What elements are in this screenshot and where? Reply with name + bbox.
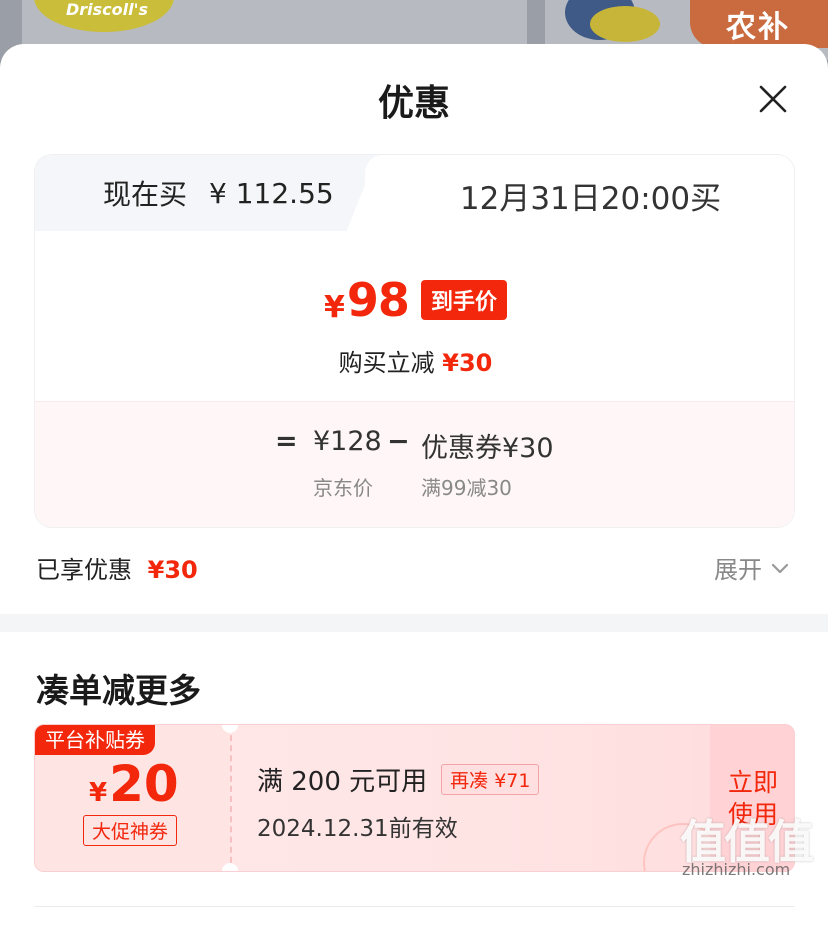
coupon-flag: 平台补贴券 [35,725,155,755]
final-price: 98 [346,273,410,327]
instant-discount: 购买立减 ¥30 [35,343,794,378]
coupon-divider [230,725,232,871]
final-price-tag: 到手价 [420,280,507,320]
price-formula: = ¥128 − 优惠券¥30 京东价 满99减30 [35,401,794,527]
coupon-currency: ¥ [89,778,108,808]
section-title: 凑单减更多 [36,671,201,710]
final-price-row: ¥ 98 到手价 [35,273,794,327]
discount-sheet: 优惠 现在买 ¥ 112.55 12月31日20:00买 ¥ 98 到手价 购买… [0,44,828,930]
sheet-title: 优惠 [377,83,450,124]
divider [34,906,795,907]
expand-label: 展开 [714,556,762,584]
currency-symbol: ¥ [324,289,345,325]
purchase-time-tabs: 现在买 ¥ 112.55 12月31日20:00买 [35,155,794,235]
enjoyed-discount: 已享优惠 ¥30 [36,550,198,585]
formula-coupon-label: 满99减30 [421,476,512,500]
section-divider [0,614,828,632]
coupon-value: 20 [109,755,179,813]
chevron-down-icon [771,563,789,573]
promo-badge: 农补 [690,0,828,48]
coupon-amount: ¥ 20 [89,755,179,813]
coupon-notch [222,863,238,871]
enjoyed-label: 已享优惠 [36,556,132,584]
coupon-valid-date: 2024.12.31前有效 [257,816,458,842]
tab-buy-now-label: 现在买 [103,178,188,211]
formula-coupon: 优惠券¥30 [421,433,554,464]
deal-card: 现在买 ¥ 112.55 12月31日20:00买 ¥ 98 到手价 购买立减 … [34,154,795,528]
expand-button[interactable]: 展开 [714,550,790,585]
tab-buy-now[interactable]: 现在买 ¥ 112.55 [35,155,395,231]
product-image [590,6,660,42]
tab-buy-later[interactable]: 12月31日20:00买 [365,155,794,235]
enjoyed-amount: ¥30 [147,556,198,584]
coupon-condition-text: 满 200 元可用 [257,767,428,797]
formula-equals: = [275,426,298,457]
watermark-site: zhizhizhi.com [682,860,791,879]
coupon-condition: 满 200 元可用 再凑 ¥71 [257,761,540,798]
instant-discount-label: 购买立减 [338,349,435,377]
close-button[interactable] [756,82,790,116]
formula-base-price: ¥128 [313,426,382,457]
coupon-need-more: 再凑 ¥71 [441,764,540,795]
formula-minus: − [387,426,410,457]
tab-buy-later-label: 12月31日20:00买 [459,180,722,217]
formula-base-label: 京东价 [313,476,373,500]
close-icon [759,85,787,113]
site-watermark: 值值值 zhizhizhi.com [680,806,820,886]
instant-discount-amount: ¥30 [442,349,493,377]
coupon-kind: 大促神券 [83,815,178,846]
tab-buy-now-price: ¥ 112.55 [209,176,334,210]
product-brand: Driscoll's [66,0,149,19]
